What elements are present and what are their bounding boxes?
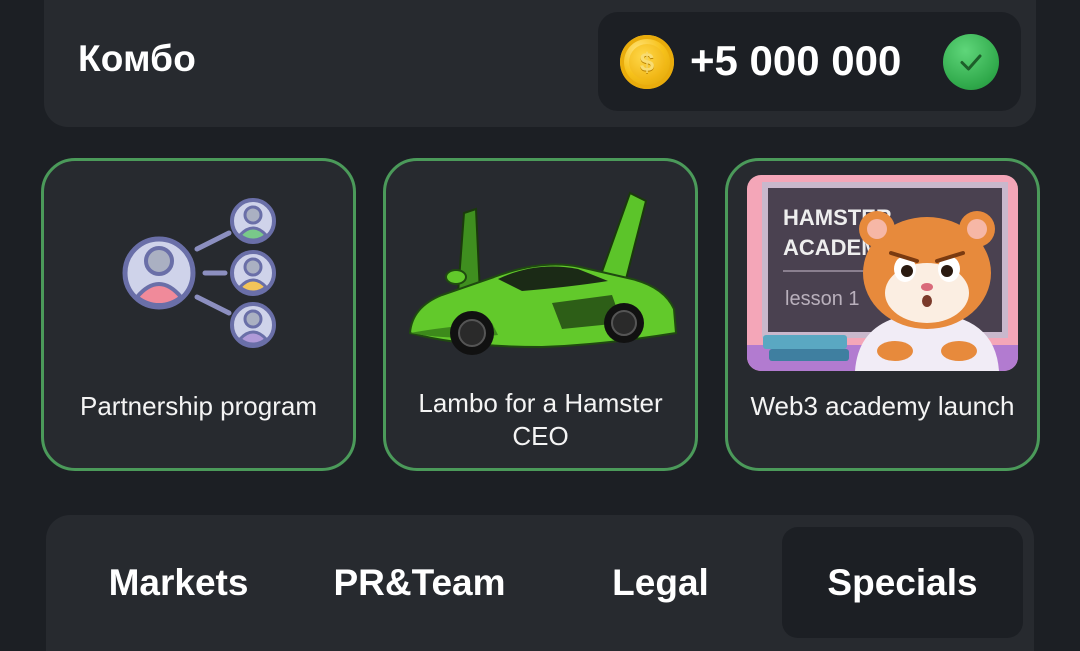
category-tabs: Markets PR&Team Legal Specials [46, 515, 1034, 651]
lambo-image [408, 191, 678, 355]
partnership-icon [122, 198, 276, 348]
card-web3-academy-launch[interactable]: HAMSTER ACADEMY lesson 1 Web3 academy la… [725, 158, 1040, 471]
card-label: Web3 academy launch [750, 391, 1015, 421]
card-lambo-for-a-hamster-ceo[interactable]: Lambo for a Hamster CEO [383, 158, 698, 471]
combo-reward-pill: $ +5 000 000 [598, 12, 1021, 111]
card-label: Lambo for a Hamster CEO [418, 388, 663, 451]
tab-markets[interactable]: Markets [58, 527, 299, 638]
coin-symbol: $ [629, 44, 665, 80]
card-label: Partnership program [80, 391, 317, 421]
check-icon [943, 34, 999, 90]
board-subtitle: lesson 1 [785, 288, 860, 310]
tab-specials[interactable]: Specials [782, 527, 1023, 638]
coin-icon: $ [620, 35, 674, 89]
hamster-academy-image: HAMSTER ACADEMY lesson 1 [747, 175, 1018, 371]
combo-reward-amount: +5 000 000 [690, 37, 902, 84]
tab-legal[interactable]: Legal [540, 527, 781, 638]
tab-pr-team[interactable]: PR&Team [299, 527, 540, 638]
card-partnership-program[interactable]: Partnership program [41, 158, 356, 471]
combo-title: Комбо [78, 38, 197, 79]
